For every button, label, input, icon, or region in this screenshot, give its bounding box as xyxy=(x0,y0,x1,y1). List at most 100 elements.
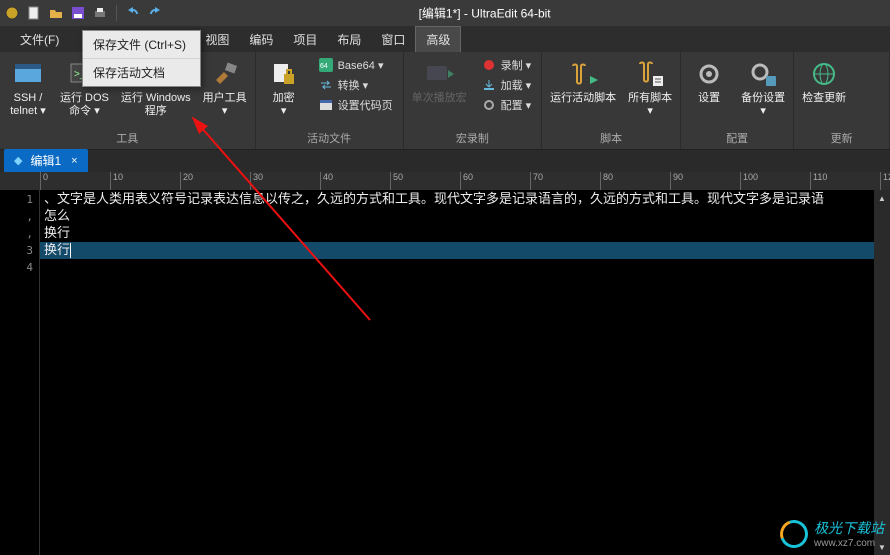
document-tabs: ◆ 编辑1 × xyxy=(0,150,890,172)
ruler-tick: 90 xyxy=(670,172,683,190)
watermark: 极光下载站 www.xz7.com xyxy=(780,518,884,549)
watermark-logo-icon xyxy=(775,515,812,552)
play-macro-once-button[interactable]: 单次播放宏 xyxy=(406,54,473,105)
print-icon[interactable] xyxy=(92,5,108,21)
ruler-tick: 50 xyxy=(390,172,403,190)
gear-sm-icon xyxy=(481,97,497,113)
watermark-url: www.xz7.com xyxy=(814,538,884,549)
macroplay-icon xyxy=(423,58,455,90)
ruler-tick: 60 xyxy=(460,172,473,190)
editor: 1,,34 、文字是人类用表义符号记录表达信息以传之，久远的方式和工具。现代文字… xyxy=(0,190,890,555)
codepage-icon xyxy=(318,97,334,113)
close-tab-icon[interactable]: × xyxy=(69,155,79,167)
menu-advanced[interactable]: 高级 xyxy=(415,26,461,52)
all-scripts-button[interactable]: 所有脚本 ▾ xyxy=(622,54,678,118)
gear-icon xyxy=(693,58,725,90)
quick-access-toolbar xyxy=(0,5,163,21)
ribbon-group-activefile: 加密 ▾ 64Base64 ▾ 转换 ▾ 设置代码页 活动文件 xyxy=(256,52,404,149)
ribbon-group-tools-title: 工具 xyxy=(2,128,253,149)
vertical-scrollbar[interactable]: ▲ ▼ xyxy=(874,190,890,555)
config-macro-button[interactable]: 配置 ▾ xyxy=(479,96,534,114)
base64-button[interactable]: 64Base64 ▾ xyxy=(316,56,395,74)
ruler-tick: 20 xyxy=(180,172,193,190)
ribbon-group-config: 设置 备份设置 ▾ 配置 xyxy=(681,52,794,149)
document-tab[interactable]: ◆ 编辑1 × xyxy=(4,149,88,172)
text-cursor xyxy=(70,243,71,258)
hammer-icon xyxy=(209,58,241,90)
ribbon-group-script: 运行活动脚本 所有脚本 ▾ 脚本 xyxy=(542,52,681,149)
ruler-tick: 100 xyxy=(740,172,758,190)
save-file-icon[interactable] xyxy=(70,5,86,21)
ruler-tick: 70 xyxy=(530,172,543,190)
record-icon xyxy=(481,57,497,73)
redo-icon[interactable] xyxy=(147,5,163,21)
ruler-tick: 40 xyxy=(320,172,333,190)
ribbon-group-activefile-title: 活动文件 xyxy=(258,128,401,149)
line-number: 3 xyxy=(0,242,33,259)
ruler-tick: 10 xyxy=(110,172,123,190)
load-icon xyxy=(481,77,497,93)
qat-separator xyxy=(116,5,117,21)
modified-indicator-icon: ◆ xyxy=(14,154,22,167)
menu-project[interactable]: 项目 xyxy=(283,27,327,52)
b64-icon: 64 xyxy=(318,57,334,73)
ruler-tick: 30 xyxy=(250,172,263,190)
user-tools-button[interactable]: 用户工具 ▾ xyxy=(197,54,253,118)
terminal-icon xyxy=(12,58,44,90)
svg-text:64: 64 xyxy=(320,63,328,70)
text-line[interactable]: 换行 xyxy=(40,225,874,242)
line-number-gutter: 1,,34 xyxy=(0,190,40,555)
ruler-tick: 0 xyxy=(40,172,48,190)
menu-view[interactable]: 视图 xyxy=(195,27,239,52)
run-active-script-button[interactable]: 运行活动脚本 xyxy=(544,54,622,105)
convert-icon xyxy=(318,77,334,93)
ruler-tick: 120 xyxy=(880,172,890,190)
ribbon-group-macro: 单次播放宏 录制 ▾ 加载 ▾ 配置 ▾ 宏录制 xyxy=(404,52,543,149)
ribbon-group-macro-title: 宏录制 xyxy=(406,128,540,149)
menu-file[interactable]: 文件(F) xyxy=(10,27,69,52)
settings-button[interactable]: 设置 xyxy=(683,54,735,105)
ssh-telnet-button[interactable]: SSH / telnet ▾ xyxy=(2,54,54,118)
convert-button[interactable]: 转换 ▾ xyxy=(316,76,395,94)
backup-icon xyxy=(747,58,779,90)
ruler-tick: 80 xyxy=(600,172,613,190)
line-number: 1 xyxy=(0,191,33,208)
lock-icon xyxy=(268,58,300,90)
encrypt-button[interactable]: 加密 ▾ xyxy=(258,54,310,118)
scroll-up-icon[interactable]: ▲ xyxy=(874,190,890,206)
set-codepage-button[interactable]: 设置代码页 xyxy=(316,96,395,114)
dropdown-save-file[interactable]: 保存文件 (Ctrl+S) xyxy=(83,31,200,59)
window-title: [编辑1*] - UltraEdit 64-bit xyxy=(419,5,551,22)
dropdown-save-active-doc[interactable]: 保存活动文档 xyxy=(83,59,200,86)
undo-icon[interactable] xyxy=(125,5,141,21)
globe-icon xyxy=(808,58,840,90)
text-line[interactable]: 怎么 xyxy=(40,208,874,225)
ribbon-group-config-title: 配置 xyxy=(683,128,791,149)
menu-layout[interactable]: 布局 xyxy=(327,27,371,52)
menu-encoding[interactable]: 编码 xyxy=(239,27,283,52)
text-line[interactable]: 换行 xyxy=(40,242,874,259)
backup-settings-button[interactable]: 备份设置 ▾ xyxy=(735,54,791,118)
line-number: 4 xyxy=(0,259,33,276)
scripts-icon xyxy=(634,58,666,90)
record-macro-button[interactable]: 录制 ▾ xyxy=(479,56,534,74)
watermark-brand: 极光下载站 xyxy=(814,520,884,536)
text-line[interactable]: 、文字是人类用表义符号记录表达信息以传之，久远的方式和工具。现代文字多是记录语言… xyxy=(40,191,874,208)
text-area[interactable]: 、文字是人类用表义符号记录表达信息以传之，久远的方式和工具。现代文字多是记录语言… xyxy=(40,190,874,555)
line-number: , xyxy=(0,208,33,225)
menu-window[interactable]: 窗口 xyxy=(371,27,415,52)
save-dropdown: 保存文件 (Ctrl+S) 保存活动文档 xyxy=(82,30,201,87)
load-macro-button[interactable]: 加载 ▾ xyxy=(479,76,534,94)
ribbon-group-update: 检查更新 更新 xyxy=(794,52,890,149)
ribbon-group-script-title: 脚本 xyxy=(544,128,678,149)
line-number: , xyxy=(0,225,33,242)
new-file-icon[interactable] xyxy=(26,5,42,21)
open-file-icon[interactable] xyxy=(48,5,64,21)
ruler: 0 10 20 30 40 50 60 70 80 90 100 110 120 xyxy=(0,172,890,190)
app-logo-icon xyxy=(4,5,20,21)
script-play-icon xyxy=(567,58,599,90)
title-bar: [编辑1*] - UltraEdit 64-bit xyxy=(0,0,890,26)
ruler-tick: 110 xyxy=(810,172,827,190)
tab-label: 编辑1 xyxy=(30,152,61,169)
check-update-button[interactable]: 检查更新 xyxy=(796,54,852,105)
